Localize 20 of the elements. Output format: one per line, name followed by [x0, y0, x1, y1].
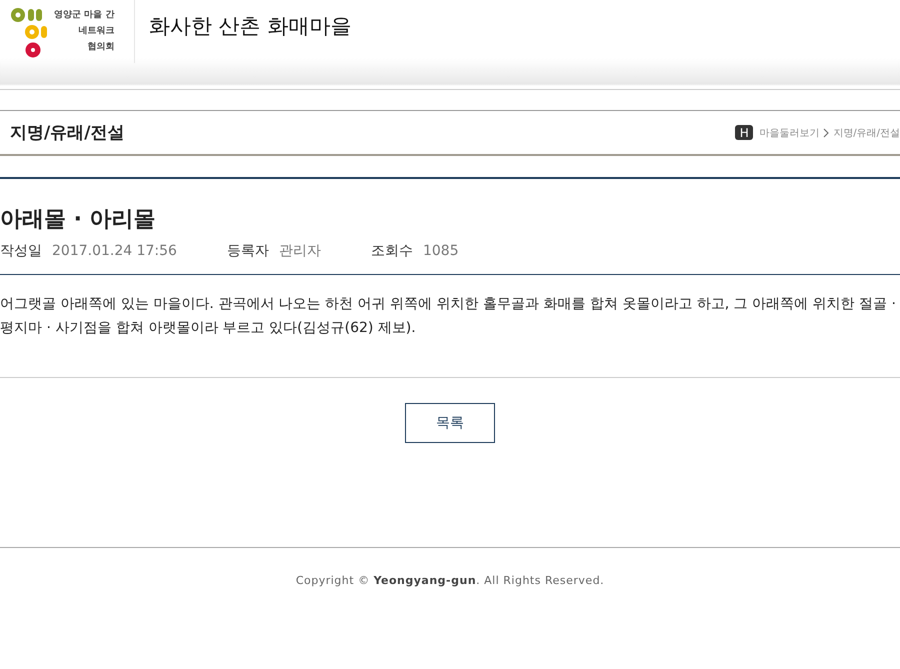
meta-value: 2017.01.24 17:56: [52, 242, 177, 261]
meta-label: 조회수: [370, 242, 413, 261]
breadcrumb-link[interactable]: 지명/유래/전설: [833, 126, 900, 140]
list-button[interactable]: 목록: [405, 403, 495, 443]
meta-label: 작성일: [0, 242, 42, 261]
logo-text: 네트워크: [78, 25, 114, 37]
article-title: 아래몰 · 아리몰: [0, 206, 157, 234]
logo-drawing: [10, 6, 48, 58]
meta-label: 등록자: [226, 242, 269, 261]
logo-text: 영양군 마을 간: [54, 9, 114, 21]
home-badge[interactable]: H: [735, 125, 754, 140]
copyright-text: Copyright © Yeongyang-gun. All Rights Reserved.: [294, 574, 606, 587]
meta-value: 관리자: [278, 242, 321, 261]
article-body: 어그랫골 아래쪽에 있는 마을이다. 관곡에서 나오는 하천 어귀 위쪽에 위치한 홀무골과 화매를 합쳐 옷몰이라고 하고, 그 아래쪽에 위치한 절골 · 평지마 · 사기점을 합쳐 아랫몰이라 부르고 있다(김성규(62) 제보).: [0, 275, 900, 378]
chevron-icon: [823, 128, 830, 138]
site-title: 화사한 산촌 화매마을: [148, 13, 352, 40]
page-heading: 지명/유래/전설: [10, 122, 124, 144]
breadcrumb-link[interactable]: 마을둘러보기: [759, 126, 820, 140]
logo-text: 협의회: [87, 41, 114, 53]
meta-value: 1085: [422, 242, 459, 261]
